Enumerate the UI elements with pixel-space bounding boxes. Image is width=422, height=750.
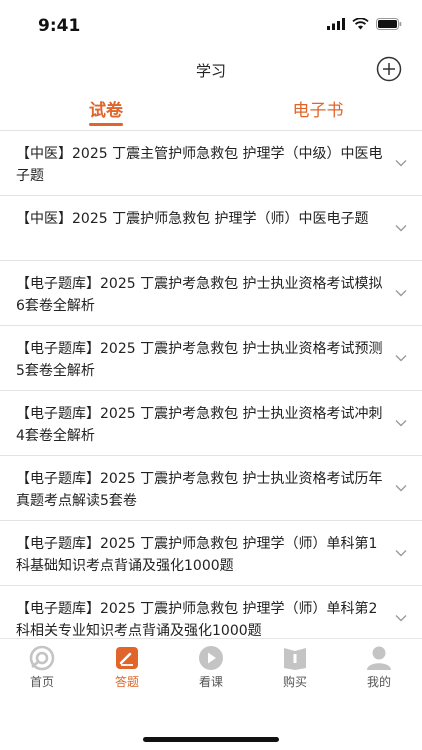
item-title: 【电子题库】2025 丁震护考急救包 护士执业资格考试模拟6套卷全解析 xyxy=(16,276,383,314)
tab-course-label: 看课 xyxy=(198,675,223,689)
list-item[interactable]: 【电子题库】2025 丁震护师急救包 护理学（师）单科第1科基础知识考点背诵及强… xyxy=(0,521,422,586)
item-title: 【中医】2025 丁震护师急救包 护理学（师）中医电子题 xyxy=(16,211,369,227)
signal-icon xyxy=(327,18,345,30)
item-title: 【电子题库】2025 丁震护考急救包 护士执业资格考试历年真题考点解读5套卷 xyxy=(16,471,383,509)
list-item[interactable]: 【中医】2025 丁震护师急救包 护理学（师）中医电子题 xyxy=(0,196,422,261)
exam-list: 【中医】2025 丁震主管护师急救包 护理学（中级）中医电子题 【中医】2025… xyxy=(0,130,422,639)
chevron-down-icon[interactable] xyxy=(394,546,408,560)
tab-buy[interactable]: 购买 xyxy=(265,645,325,690)
chevron-down-icon[interactable] xyxy=(394,351,408,365)
chevron-down-icon[interactable] xyxy=(394,416,408,430)
tab-ebook[interactable]: 电子书 xyxy=(272,96,364,121)
status-icons xyxy=(327,18,402,30)
item-title: 【电子题库】2025 丁震护考急救包 护士执业资格考试预测5套卷全解析 xyxy=(16,341,383,379)
user-icon xyxy=(367,646,391,670)
chevron-down-icon[interactable] xyxy=(394,481,408,495)
chevron-down-icon[interactable] xyxy=(394,156,408,170)
status-time: 9:41 xyxy=(38,16,81,36)
tab-home-label: 首页 xyxy=(29,675,54,689)
list-item[interactable]: 【电子题库】2025 丁震护考急救包 护士执业资格考试预测5套卷全解析 xyxy=(0,326,422,391)
item-title: 【电子题库】2025 丁震护师急救包 护理学（师）单科第1科基础知识考点背诵及强… xyxy=(16,536,378,574)
item-title: 【中医】2025 丁震主管护师急救包 护理学（中级）中医电子题 xyxy=(16,146,383,184)
list-item[interactable]: 【电子题库】2025 丁震护考急救包 护士执业资格考试历年真题考点解读5套卷 xyxy=(0,456,422,521)
play-icon xyxy=(199,646,223,670)
tab-home[interactable]: 首页 xyxy=(12,645,72,690)
tab-buy-label: 购买 xyxy=(282,675,307,689)
home-indicator xyxy=(143,737,279,742)
list-item[interactable]: 【电子题库】2025 丁震护考急救包 护士执业资格考试冲刺4套卷全解析 xyxy=(0,391,422,456)
home-icon xyxy=(29,645,55,671)
battery-icon xyxy=(376,18,402,30)
chevron-down-icon[interactable] xyxy=(394,286,408,300)
page-title: 学习 xyxy=(195,62,226,80)
chevron-down-icon[interactable] xyxy=(394,221,408,235)
tab-course[interactable]: 看课 xyxy=(181,645,241,690)
item-title: 【电子题库】2025 丁震护师急救包 护理学（师）单科第2科相关专业知识考点背诵… xyxy=(16,601,378,639)
status-bar: 9:41 xyxy=(0,0,422,50)
tab-answer-label: 答题 xyxy=(114,675,139,689)
list-item[interactable]: 【电子题库】2025 丁震护考急救包 护士执业资格考试模拟6套卷全解析 xyxy=(0,261,422,326)
tab-mine-label: 我的 xyxy=(366,675,391,689)
answer-icon xyxy=(116,647,138,669)
bottom-tab-bar: 首页 答题 看课 购买 我的 xyxy=(0,638,422,699)
active-tab-indicator xyxy=(89,123,123,126)
wifi-icon xyxy=(352,18,369,30)
tab-answer[interactable]: 答题 xyxy=(97,645,157,690)
book-icon xyxy=(284,648,306,670)
segment-tabs: 试卷 电子书 xyxy=(0,96,422,130)
chevron-down-icon[interactable] xyxy=(394,611,408,625)
tab-mine[interactable]: 我的 xyxy=(349,645,409,690)
plus-circle-icon[interactable] xyxy=(376,56,402,82)
list-item[interactable]: 【中医】2025 丁震主管护师急救包 护理学（中级）中医电子题 xyxy=(0,131,422,196)
tab-exam[interactable]: 试卷 xyxy=(70,96,142,121)
item-title: 【电子题库】2025 丁震护考急救包 护士执业资格考试冲刺4套卷全解析 xyxy=(16,406,383,444)
list-item[interactable]: 【电子题库】2025 丁震护师急救包 护理学（师）单科第2科相关专业知识考点背诵… xyxy=(0,586,422,639)
nav-bar: 学习 xyxy=(0,52,422,88)
